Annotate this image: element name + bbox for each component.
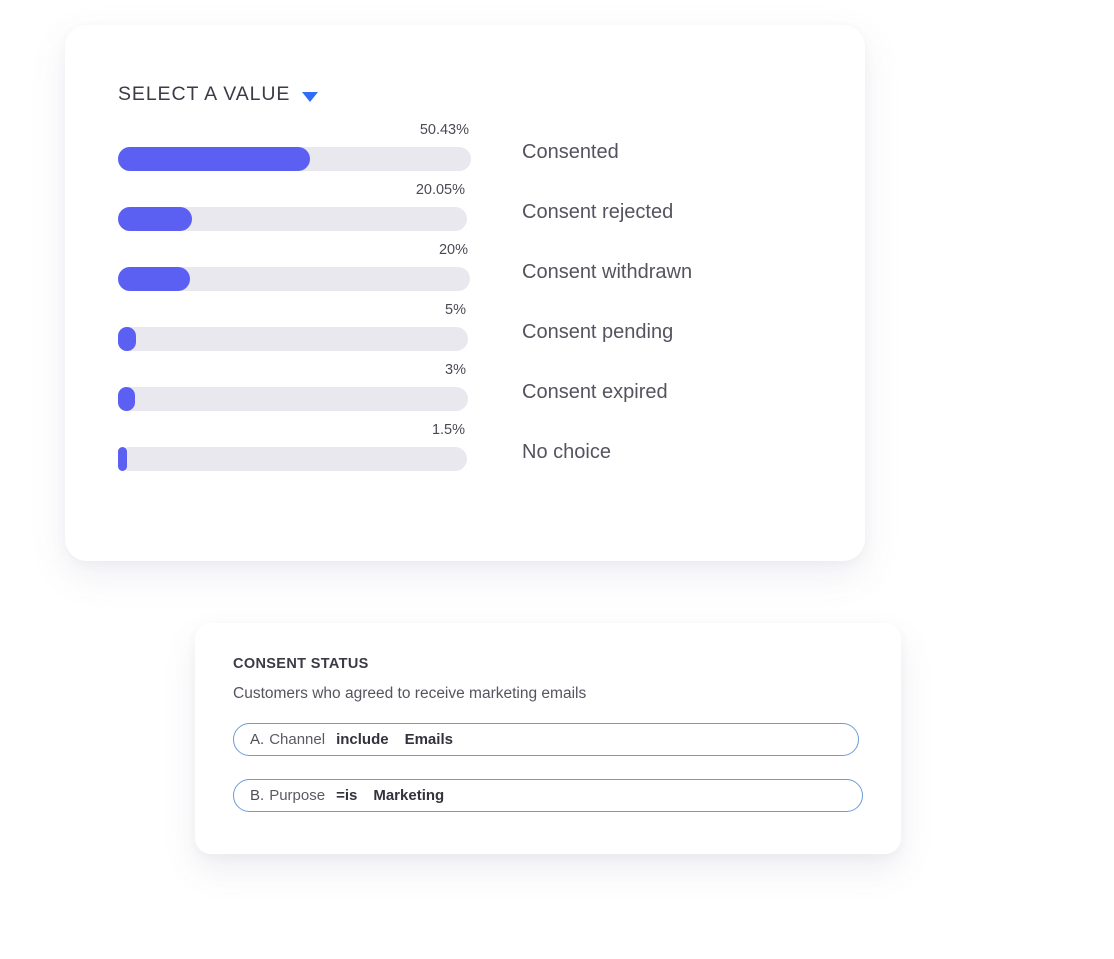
- condition-field: Channel: [269, 731, 326, 748]
- bar-fill: [118, 447, 127, 471]
- bar-category-label: Consent pending: [522, 321, 674, 343]
- bar-group: 1.5%: [118, 423, 467, 471]
- bar-fill: [118, 267, 191, 291]
- bar-category-label: No choice: [522, 441, 611, 463]
- consent-chart-card: SELECT A VALUE 50.43% Consented 20.05% Cons…: [65, 25, 865, 561]
- bar-track[interactable]: [118, 147, 471, 171]
- consent-bar-chart: 50.43% Consented 20.05% Consent rejected 20%…: [118, 123, 828, 483]
- bar-track[interactable]: [118, 207, 467, 231]
- bar-value-label: 50.43%: [419, 122, 469, 138]
- bar-fill: [118, 327, 137, 351]
- bar-track[interactable]: [118, 327, 468, 351]
- consent-status-content: CONSENT STATUS Customers who agreed to r…: [233, 656, 863, 812]
- bar-fill: [118, 387, 135, 411]
- bar-group: 5%: [118, 303, 468, 351]
- consent-status-card: CONSENT STATUS Customers who agreed to r…: [195, 623, 901, 854]
- bar-group: 3%: [118, 363, 468, 411]
- bar-fill: [118, 207, 192, 231]
- bar-row[interactable]: 5% Consent pending: [118, 303, 828, 363]
- bar-value-label: 3%: [445, 362, 466, 378]
- consent-status-title: CONSENT STATUS: [233, 656, 369, 672]
- bar-row[interactable]: 3% Consent expired: [118, 363, 828, 423]
- page-root: SELECT A VALUE 50.43% Consented 20.05% Cons…: [0, 0, 1114, 959]
- bar-category-label: Consent expired: [522, 381, 668, 403]
- condition-letter: B.: [250, 787, 265, 804]
- bar-row[interactable]: 50.43% Consented: [118, 123, 828, 183]
- bar-group: 20%: [118, 243, 470, 291]
- chevron-down-icon[interactable]: [302, 91, 319, 102]
- bar-row[interactable]: 20% Consent withdrawn: [118, 243, 828, 303]
- condition-field: Purpose: [269, 787, 326, 804]
- consent-status-subtitle: Customers who agreed to receive marketin…: [233, 685, 587, 702]
- bar-category-label: Consent withdrawn: [522, 261, 693, 283]
- bar-track[interactable]: [118, 267, 470, 291]
- condition-value: Marketing: [373, 787, 445, 804]
- bar-value-label: 20%: [438, 242, 468, 258]
- select-a-value-dropdown[interactable]: SELECT A VALUE: [118, 83, 319, 106]
- bar-value-label: 20.05%: [415, 182, 465, 198]
- bar-row[interactable]: 1.5% No choice: [118, 423, 828, 483]
- condition-row[interactable]: B. Purpose =is Marketing: [233, 779, 863, 812]
- bar-fill: [118, 147, 311, 171]
- bar-group: 20.05%: [118, 183, 467, 231]
- bar-value-label: 1.5%: [431, 422, 465, 438]
- condition-operator: =is: [336, 787, 358, 804]
- bar-row[interactable]: 20.05% Consent rejected: [118, 183, 828, 243]
- select-a-value-label: SELECT A VALUE: [118, 83, 291, 105]
- condition-row[interactable]: A. Channel include Emails: [233, 723, 859, 756]
- condition-letter: A.: [250, 731, 265, 748]
- bar-value-label: 5%: [445, 302, 466, 318]
- bar-category-label: Consented: [522, 141, 619, 163]
- bar-category-label: Consent rejected: [522, 201, 674, 223]
- bar-track[interactable]: [118, 447, 467, 471]
- condition-list: A. Channel include Emails B. Purpose =is Market…: [233, 723, 863, 812]
- condition-operator: include: [336, 731, 389, 748]
- condition-value: Emails: [404, 731, 453, 748]
- bar-track[interactable]: [118, 387, 468, 411]
- bar-group: 50.43%: [118, 123, 471, 171]
